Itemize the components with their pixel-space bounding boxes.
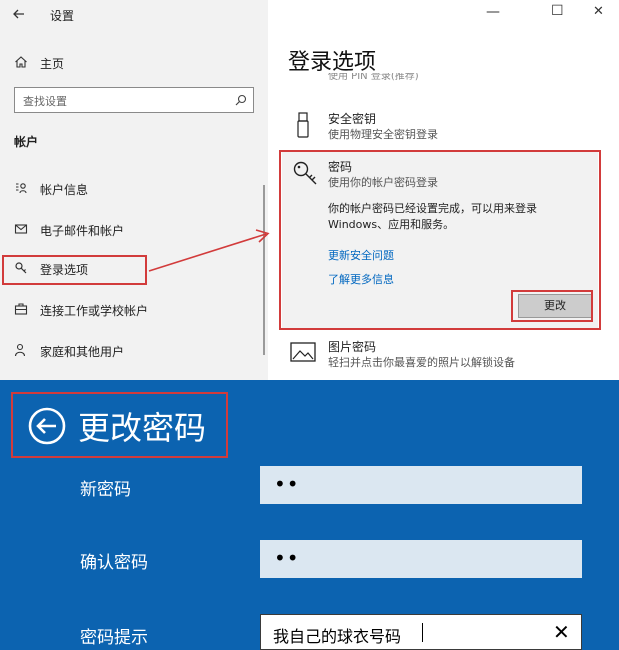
home-icon — [15, 56, 27, 68]
back-circle-icon[interactable] — [27, 406, 67, 446]
new-password-value: •• — [274, 472, 300, 496]
usb-key-icon — [297, 112, 309, 138]
new-password-label: 新密码 — [80, 480, 131, 500]
clear-icon[interactable]: ✕ — [553, 620, 570, 644]
confirm-password-field[interactable]: •• — [260, 540, 582, 578]
page-title: 登录选项 — [288, 50, 377, 75]
security-key-desc: 使用物理安全密钥登录 — [328, 128, 438, 141]
password-hint-value: 我自己的球衣号码 — [273, 627, 402, 646]
change-password-dialog: 更改密码 新密码 •• 确认密码 •• 密码提示 我自己的球衣号码 ✕ — [0, 380, 619, 650]
window-title: 设置 — [50, 9, 75, 23]
picture-password-desc: 轻扫并点击你最喜爱的照片以解锁设备 — [328, 356, 515, 369]
sidebar-item-home[interactable]: 主页 — [0, 48, 268, 78]
back-arrow-icon[interactable] — [12, 7, 26, 21]
password-hint-label: 密码提示 — [80, 628, 148, 648]
section-heading: 帐户 — [14, 135, 39, 149]
dialog-title: 更改密码 — [78, 409, 207, 447]
sidebar: 设置 主页 查找设置 帐户 帐户信息 电子邮件和帐户 登录选项 连接工作或学校帐… — [0, 0, 268, 380]
pin-option-clipped: 使用 PIN 登录(推荐) — [328, 73, 419, 81]
search-input[interactable]: 查找设置 — [14, 87, 254, 113]
minimize-button[interactable]: — — [486, 4, 500, 20]
picture-icon — [290, 342, 316, 362]
highlight-sign-in-options — [2, 255, 147, 285]
settings-window: 设置 主页 查找设置 帐户 帐户信息 电子邮件和帐户 登录选项 连接工作或学校帐… — [0, 0, 619, 380]
sidebar-item-label: 帐户信息 — [40, 183, 89, 197]
maximize-button[interactable]: ☐ — [551, 3, 564, 19]
arrow-annotation — [148, 229, 270, 272]
sidebar-item-label: 主页 — [40, 57, 65, 71]
picture-password-title[interactable]: 图片密码 — [328, 338, 376, 355]
sidebar-item-label: 家庭和其他用户 — [40, 345, 125, 359]
account-info-icon — [16, 183, 27, 194]
sidebar-item-work-school[interactable]: 连接工作或学校帐户 — [0, 295, 268, 325]
close-button[interactable]: ✕ — [593, 4, 604, 19]
confirm-password-value: •• — [274, 546, 300, 570]
mail-icon — [14, 224, 28, 234]
new-password-field[interactable]: •• — [260, 466, 582, 504]
search-icon — [235, 94, 247, 106]
sidebar-item-account-info[interactable]: 帐户信息 — [0, 174, 268, 204]
confirm-password-label: 确认密码 — [80, 553, 148, 573]
sidebar-item-label: 电子邮件和帐户 — [40, 224, 125, 238]
person-icon — [14, 343, 26, 357]
password-hint-field[interactable]: 我自己的球衣号码 ✕ — [260, 614, 582, 650]
briefcase-icon — [14, 303, 28, 315]
sidebar-item-family[interactable]: 家庭和其他用户 — [0, 336, 268, 366]
search-placeholder: 查找设置 — [23, 95, 67, 108]
security-key-title[interactable]: 安全密钥 — [328, 110, 376, 127]
sidebar-item-label: 连接工作或学校帐户 — [40, 304, 149, 318]
highlight-change-button — [511, 290, 593, 322]
text-caret — [422, 623, 423, 642]
